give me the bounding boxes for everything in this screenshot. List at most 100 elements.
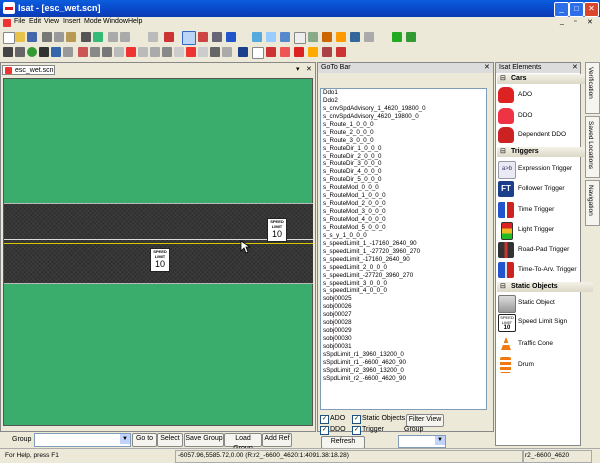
cone-icon[interactable] (308, 47, 318, 57)
group-combo[interactable]: ▼ (34, 433, 131, 447)
goto-list-item[interactable]: s_cnvSpdAdvisory_4620_19800_0 (321, 113, 486, 121)
gear-icon[interactable] (39, 47, 49, 57)
clock-icon[interactable] (198, 47, 208, 57)
goto-list-item[interactable]: sSpdLimit_r1_-6600_4620_90 (321, 359, 486, 367)
menu-view[interactable]: View (44, 18, 59, 25)
goto-list-item[interactable]: s_Route_3_0_0_0 (321, 137, 486, 145)
link-icon[interactable] (162, 47, 172, 57)
new-icon[interactable] (3, 32, 15, 44)
snap-icon[interactable] (150, 47, 160, 57)
element-traffic-cone[interactable]: Traffic Cone (498, 335, 580, 353)
goto-list-item[interactable]: s_RouteMod_2_0_0_0 (321, 200, 486, 208)
menu-insert[interactable]: Insert (63, 18, 81, 25)
menu-help[interactable]: Help (128, 18, 142, 25)
car-pink-icon[interactable] (280, 47, 290, 57)
goto-list-item[interactable]: s_RouteMod_3_0_0_0 (321, 208, 486, 216)
car-dark-icon[interactable] (294, 47, 304, 57)
scene-tab[interactable]: esc_wet.scn (2, 65, 55, 75)
save-icon[interactable] (27, 32, 37, 42)
ddo-tool-icon[interactable] (186, 47, 196, 57)
page-icon[interactable] (294, 32, 306, 44)
goto-list-item[interactable]: s_RouteMod_4_0_0_0 (321, 216, 486, 224)
chevron-down-icon[interactable]: ▼ (435, 436, 445, 445)
goto-list-item[interactable]: s_speedLimit_-17160_2640_90 (321, 256, 486, 264)
record-icon[interactable] (164, 32, 174, 42)
maximize-button[interactable]: □ (569, 2, 584, 17)
expression-icon[interactable] (252, 47, 264, 59)
goto-list-item[interactable]: sobj00025 (321, 295, 486, 303)
goto-list-item[interactable]: s_speedLimit_1_-17160_2640_90 (321, 240, 486, 248)
menu-edit[interactable]: Edit (29, 18, 41, 25)
menu-file[interactable]: File (14, 18, 25, 25)
goto-list-item[interactable]: s_speedLimit_2_0_0_0 (321, 264, 486, 272)
goto-list-item[interactable]: sSpdLimit_r2_3960_13200_0 (321, 367, 486, 375)
element-static-object[interactable]: Static Object (498, 294, 580, 313)
paint-icon[interactable] (322, 32, 332, 42)
goto-list-item[interactable]: s_RouteDir_3_0_0_0 (321, 160, 486, 168)
select-mode-icon[interactable] (182, 31, 196, 45)
play-icon[interactable] (226, 32, 236, 42)
minimize-button[interactable]: _ (554, 2, 569, 17)
category-cars[interactable]: Cars (497, 74, 593, 84)
open-icon[interactable] (15, 32, 25, 42)
tab-saved-locations[interactable]: Saved Locations (585, 116, 600, 178)
red-arrow-icon[interactable] (78, 47, 88, 57)
element-expression-trigger[interactable]: a>b Expression Trigger (498, 160, 580, 179)
sign-icon[interactable] (210, 47, 220, 57)
goto-list-item[interactable]: sobj00028 (321, 319, 486, 327)
move-icon[interactable] (102, 47, 112, 57)
calendar-icon[interactable] (364, 32, 374, 42)
undo-icon[interactable] (108, 32, 118, 42)
list-icon[interactable] (222, 47, 232, 57)
category-static-objects[interactable]: Static Objects (497, 282, 593, 292)
green-grid-icon[interactable] (392, 32, 402, 42)
path-icon[interactable] (174, 47, 184, 57)
goto-list-item[interactable]: s_RouteDir_2_0_0_0 (321, 153, 486, 161)
menu-mode[interactable]: Mode (84, 18, 102, 25)
element-drum[interactable]: Drum (498, 356, 580, 374)
bus-icon[interactable] (336, 47, 346, 57)
mdi-close-icon[interactable]: ✕ (587, 18, 593, 26)
element-ddo[interactable]: DDO (498, 107, 580, 125)
ddo-checkbox[interactable]: ✓ (320, 426, 329, 435)
menu-window[interactable]: Window (103, 18, 128, 25)
goto-list-item[interactable]: s_cnvSpdAdvisory_1_4620_19800_0 (321, 105, 486, 113)
goto-list-item[interactable]: s_Route_1_0_0_0 (321, 121, 486, 129)
chevron-down-icon[interactable]: ▼ (120, 434, 130, 444)
element-light-trigger[interactable]: Light Trigger (498, 221, 580, 240)
goto-list-item[interactable]: s_s_y_1_0_0_0 (321, 232, 486, 240)
element-road-pad-trigger[interactable]: Road-Pad Trigger (498, 241, 580, 259)
tab-verification[interactable]: Verification (585, 62, 600, 114)
goto-list-item[interactable]: sobj00027 (321, 311, 486, 319)
goto-list-item[interactable]: sobj00031 (321, 343, 486, 351)
goto-list-item[interactable]: Ddo1 (321, 89, 486, 97)
element-time-to-arrive-trigger[interactable]: Time-To-Arv. Trigger (498, 261, 580, 279)
mdi-minimize-icon[interactable]: _ (560, 18, 564, 25)
road[interactable]: SPEED LIMIT 10 SPEED LIMIT 10 (4, 203, 313, 284)
element-time-trigger[interactable]: Time Trigger (498, 201, 580, 219)
measure-icon[interactable] (15, 47, 25, 57)
document-icon[interactable] (3, 19, 11, 27)
pointer-icon[interactable] (3, 47, 13, 57)
disk-icon[interactable] (212, 32, 222, 42)
car-red-icon[interactable] (266, 47, 276, 57)
ft-icon[interactable] (238, 47, 248, 57)
copy-icon[interactable] (54, 32, 64, 42)
goto-list-item[interactable]: s_speedLimit_1_-27720_3960_270 (321, 248, 486, 256)
scale-icon[interactable] (114, 47, 124, 57)
scene-close-icon[interactable]: ✕ (306, 65, 312, 73)
window-icon[interactable] (350, 32, 360, 42)
elements-close-icon[interactable]: ✕ (572, 63, 578, 71)
goto-close-icon[interactable]: ✕ (484, 63, 490, 71)
speed-limit-sign[interactable]: SPEED LIMIT 10 (267, 218, 287, 242)
car-mode-icon[interactable] (198, 32, 208, 42)
category-triggers[interactable]: Triggers (497, 147, 593, 157)
goto-list-item[interactable]: s_RouteDir_5_0_0_0 (321, 176, 486, 184)
map-icon[interactable] (308, 32, 318, 42)
align-icon[interactable] (138, 47, 148, 57)
goto-list-item[interactable]: s_RouteMod_1_0_0_0 (321, 192, 486, 200)
goto-list-item[interactable]: s_Route_2_0_0_0 (321, 129, 486, 137)
static-objects-checkbox[interactable]: ✓ (352, 415, 361, 424)
add-ref-button[interactable]: Add Ref (262, 433, 292, 447)
goto-list-item[interactable]: s_RouteMod_0_0_0 (321, 184, 486, 192)
